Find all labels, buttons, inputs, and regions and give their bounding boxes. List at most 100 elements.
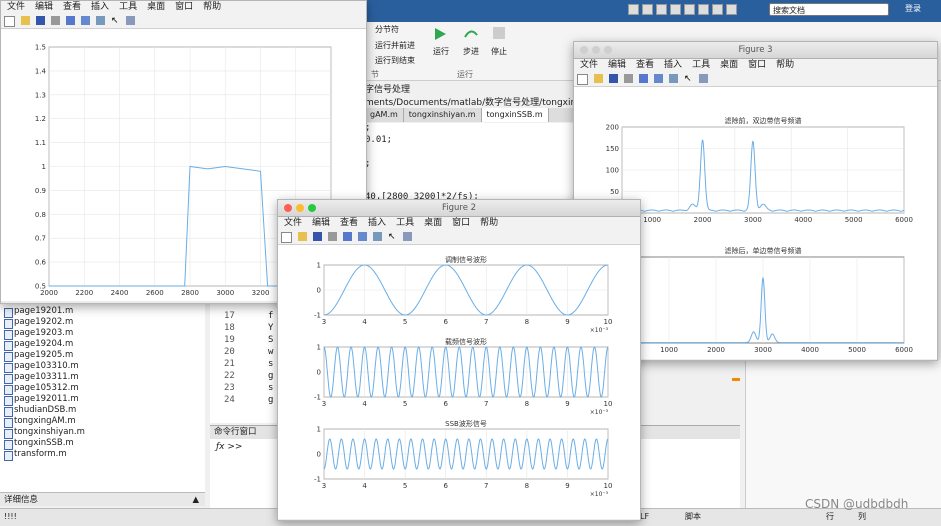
save-icon[interactable] (628, 4, 639, 15)
menu-insert[interactable]: 插入 (664, 60, 682, 70)
open-icon[interactable] (298, 232, 307, 241)
pointer-icon[interactable]: ↖ (111, 16, 120, 26)
colorbar-icon[interactable] (81, 16, 90, 25)
run-icon[interactable] (433, 27, 447, 41)
file-item[interactable]: tongxingAM.m (0, 416, 205, 428)
menu-insert[interactable]: 插入 (368, 218, 386, 228)
minimize-button[interactable] (592, 46, 600, 54)
figure2-window[interactable]: Figure 2 文件 编辑 查看 插入 工具 桌面 窗口 帮助 ↖ 调制信号波形 3 4 5 6 7 8… (277, 199, 641, 521)
file-item[interactable]: shudianDSB.m (0, 405, 205, 417)
file-item[interactable]: page19205.m (0, 350, 205, 362)
file-item[interactable]: page103311.m (0, 372, 205, 384)
pointer-icon[interactable]: ↖ (388, 232, 397, 242)
link-plot-icon[interactable] (66, 16, 75, 25)
property-editor-icon[interactable] (403, 232, 412, 241)
paste-icon[interactable] (670, 4, 681, 15)
zoom-button[interactable] (604, 46, 612, 54)
menu-edit[interactable]: 编辑 (35, 2, 53, 12)
menu-edit[interactable]: 编辑 (312, 218, 330, 228)
chevron-up-icon[interactable]: ▲ (192, 493, 199, 507)
undo-icon[interactable] (684, 4, 695, 15)
zoom-button[interactable] (308, 204, 316, 212)
open-icon[interactable] (21, 16, 30, 25)
property-editor-icon[interactable] (699, 74, 708, 83)
minimize-button[interactable] (296, 204, 304, 212)
menu-file[interactable]: 文件 (284, 218, 302, 228)
run-button[interactable]: 运行 (433, 46, 449, 57)
file-item[interactable]: page19201.m (0, 306, 205, 318)
step-button[interactable]: 步进 (463, 46, 479, 57)
new-figure-icon[interactable] (4, 16, 15, 27)
print-icon[interactable] (51, 16, 60, 25)
save-icon[interactable] (313, 232, 322, 241)
menu-window[interactable]: 窗口 (175, 2, 193, 12)
close-button[interactable] (284, 204, 292, 212)
menu-view[interactable]: 查看 (63, 2, 81, 12)
open-icon[interactable] (594, 74, 603, 83)
menu-tools[interactable]: 工具 (119, 2, 137, 12)
redo-icon[interactable] (698, 4, 709, 15)
save-icon[interactable] (609, 74, 618, 83)
menu-desktop[interactable]: 桌面 (424, 218, 442, 228)
link-plot-icon[interactable] (639, 74, 648, 83)
new-figure-icon[interactable] (577, 74, 588, 85)
menu-help[interactable]: 帮助 (776, 60, 794, 70)
file-item[interactable]: page103310.m (0, 361, 205, 373)
colorbar-icon[interactable] (654, 74, 663, 83)
stop-icon[interactable] (493, 27, 505, 39)
close-button[interactable] (580, 46, 588, 54)
y-tick-label: 0 (317, 369, 321, 377)
menu-desktop[interactable]: 桌面 (147, 2, 165, 12)
property-editor-icon[interactable] (126, 16, 135, 25)
help-icon[interactable] (726, 4, 737, 15)
command-prompt[interactable]: >> (227, 442, 242, 452)
menu-help[interactable]: 帮助 (203, 2, 221, 12)
menu-view[interactable]: 查看 (636, 60, 654, 70)
details-panel-header[interactable]: 详细信息 ▲ (0, 492, 205, 506)
menu-window[interactable]: 窗口 (748, 60, 766, 70)
tab-tongxinshiyan[interactable]: tongxinshiyan.m (404, 108, 482, 122)
print-icon[interactable] (624, 74, 633, 83)
stop-button[interactable]: 停止 (491, 46, 507, 57)
file-item[interactable]: page105312.m (0, 383, 205, 395)
save-icon[interactable] (36, 16, 45, 25)
menu-tools[interactable]: 工具 (692, 60, 710, 70)
colorbar-icon[interactable] (358, 232, 367, 241)
menu-insert[interactable]: 插入 (91, 2, 109, 12)
tab-gam[interactable]: gAM.m (365, 108, 404, 122)
menu-edit[interactable]: 编辑 (608, 60, 626, 70)
menu-file[interactable]: 文件 (7, 2, 25, 12)
new-figure-icon[interactable] (281, 232, 292, 243)
legend-icon[interactable] (669, 74, 678, 83)
file-item[interactable]: page19203.m (0, 328, 205, 340)
file-item[interactable]: page192011.m (0, 394, 205, 406)
menu-tools[interactable]: 工具 (396, 218, 414, 228)
current-path[interactable]: ments/Documents/matlab/数字信号处理/tongxin (365, 95, 577, 108)
file-item[interactable]: transform.m (0, 449, 205, 461)
file-item[interactable]: page19204.m (0, 339, 205, 351)
x-tick-label: 10 (604, 482, 613, 490)
search-input[interactable]: 搜索文档 (769, 3, 889, 16)
file-item[interactable]: page19202.m (0, 317, 205, 329)
tab-tongxinssb[interactable]: tongxinSSB.m (481, 108, 549, 122)
run-to-end-button[interactable]: 运行到结束 (375, 55, 415, 66)
file-item[interactable]: tongxinSSB.m (0, 438, 205, 450)
menu-file[interactable]: 文件 (580, 60, 598, 70)
cut-icon[interactable] (642, 4, 653, 15)
step-icon[interactable] (463, 27, 479, 41)
menu-window[interactable]: 窗口 (452, 218, 470, 228)
menu-help[interactable]: 帮助 (480, 218, 498, 228)
switch-window-icon[interactable] (712, 4, 723, 15)
section-break-button[interactable]: 分节符 (375, 24, 399, 35)
legend-icon[interactable] (96, 16, 105, 25)
copy-icon[interactable] (656, 4, 667, 15)
pointer-icon[interactable]: ↖ (684, 74, 693, 84)
legend-icon[interactable] (373, 232, 382, 241)
menu-desktop[interactable]: 桌面 (720, 60, 738, 70)
link-plot-icon[interactable] (343, 232, 352, 241)
menu-view[interactable]: 查看 (340, 218, 358, 228)
login-link[interactable]: 登录 (905, 3, 921, 14)
run-advance-button[interactable]: 运行并前进 (375, 40, 415, 51)
print-icon[interactable] (328, 232, 337, 241)
file-item[interactable]: tongxinshiyan.m (0, 427, 205, 439)
